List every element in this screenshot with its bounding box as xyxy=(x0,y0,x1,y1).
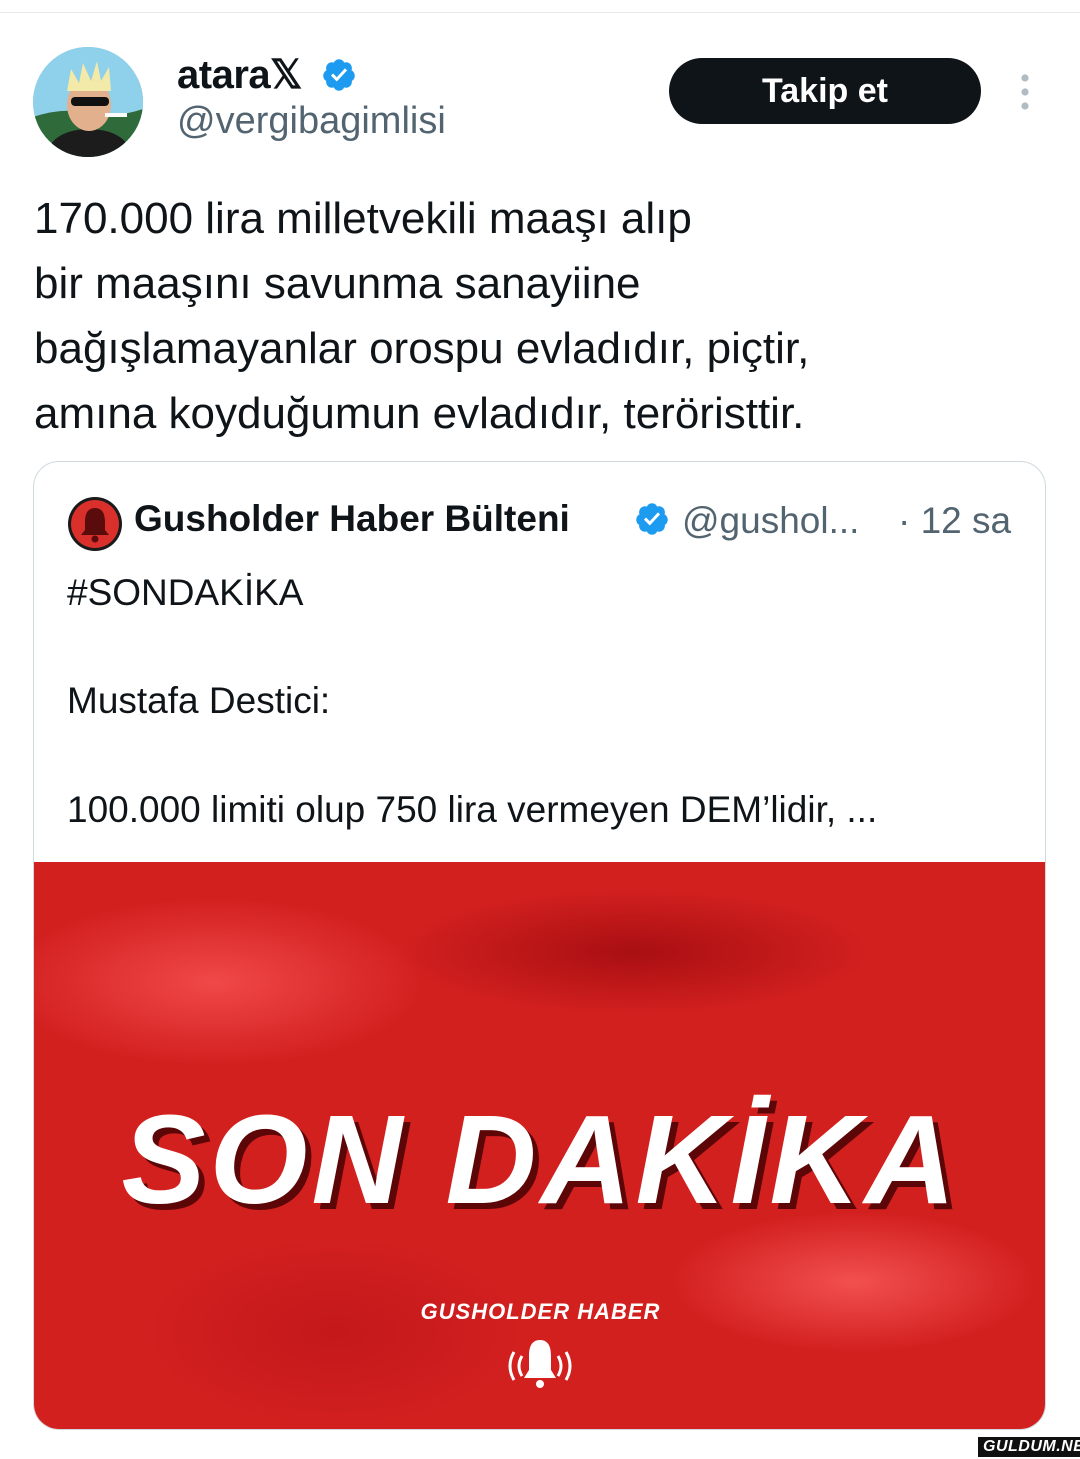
more-icon[interactable] xyxy=(1010,72,1040,112)
bell-icon xyxy=(508,1340,572,1388)
quote-text-line: 100.000 limiti olup 750 lira vermeyen DE… xyxy=(67,789,878,830)
tweet-text-line: amına koyduğumun evladıdır, teröristtir. xyxy=(34,389,805,438)
media-brand: GUSHOLDER HABER xyxy=(420,1299,661,1324)
avatar[interactable] xyxy=(33,47,143,157)
tweet-text-line: bağışlamayanlar orospu evladıdır, piçtir… xyxy=(34,324,810,373)
author-name[interactable]: atara𝕏 xyxy=(177,52,302,98)
media-title: SON DAKİKA xyxy=(121,1089,960,1230)
quote-avatar-bell-icon[interactable] xyxy=(67,496,123,552)
follow-button[interactable]: Takip et xyxy=(669,58,981,124)
quote-media-image[interactable]: SON DAKİKA GUSHOLDER HABER xyxy=(34,862,1045,1429)
quote-author-handle[interactable]: @gushol... xyxy=(682,500,859,542)
top-divider xyxy=(0,12,1080,13)
verified-icon xyxy=(323,59,355,91)
quote-timestamp[interactable]: · 12 sa xyxy=(898,500,1011,542)
quote-text-line: #SONDAKİKA xyxy=(67,572,304,613)
quote-text-line: Mustafa Destici: xyxy=(67,680,331,721)
tweet-text-line: 170.000 lira milletvekili maaşı alıp xyxy=(34,194,692,243)
quote-author-name[interactable]: Gusholder Haber Bülteni xyxy=(134,498,570,540)
tweet-text-line: bir maaşını savunma sanayiine xyxy=(34,259,641,308)
tweet-text: 170.000 lira milletvekili maaşı alıp bir… xyxy=(34,186,1044,446)
verified-icon xyxy=(636,503,668,535)
watermark: GULDUM.NET xyxy=(978,1437,1080,1457)
quoted-tweet-card[interactable]: Gusholder Haber Bülteni @gushol... · 12 … xyxy=(33,461,1046,1430)
author-handle[interactable]: @vergibagimlisi xyxy=(177,100,446,143)
